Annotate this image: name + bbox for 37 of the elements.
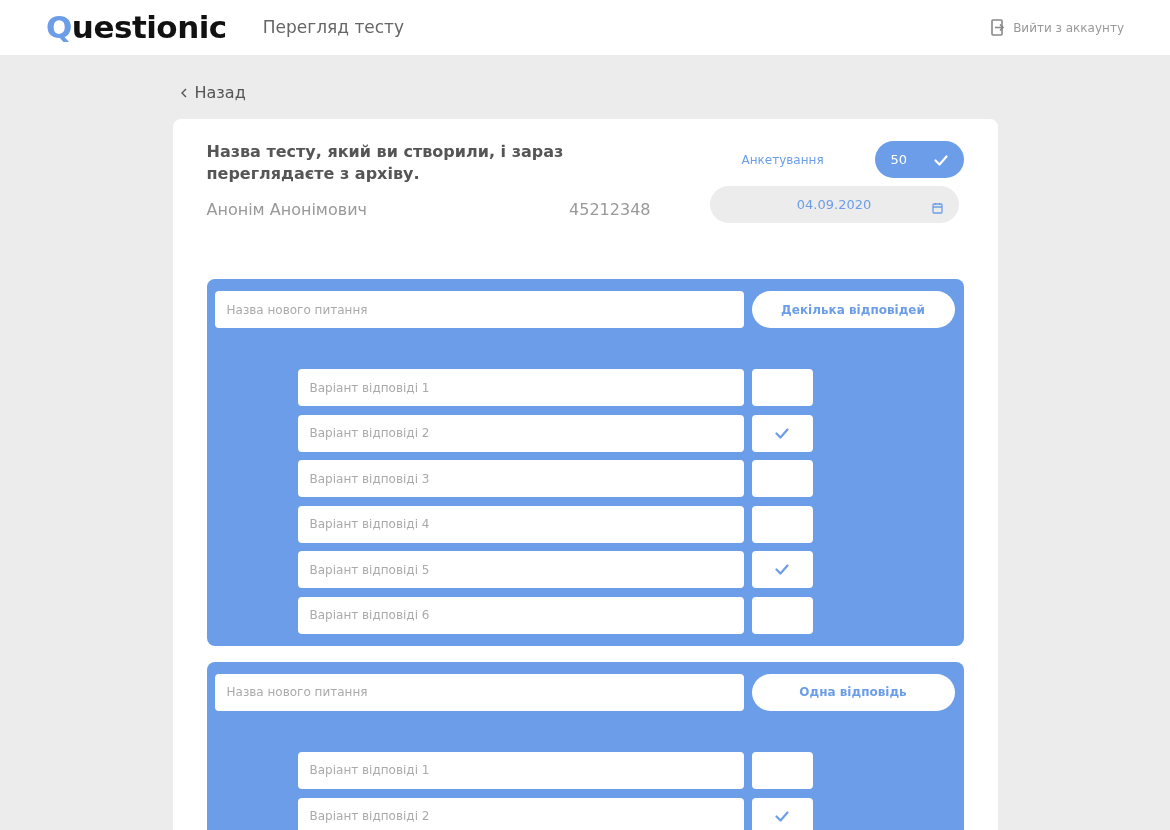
question-field[interactable]: Назва нового питання: [214, 291, 744, 328]
logo: Questionic: [46, 8, 227, 48]
logout-icon: [991, 19, 1006, 36]
test-type-link[interactable]: Анкетування: [735, 149, 830, 170]
checkbox[interactable]: [751, 460, 813, 498]
checkbox[interactable]: [751, 751, 813, 789]
test-number: 45212348: [569, 198, 651, 221]
answer-option-field[interactable]: Варіант відповіді 4: [297, 505, 744, 543]
answer-type-button[interactable]: Одна відповідь: [751, 673, 955, 711]
answer-option-field[interactable]: Варіант відповіді 2: [297, 414, 744, 452]
checkbox[interactable]: [751, 596, 813, 634]
checkbox[interactable]: [751, 369, 813, 406]
answer-option-field[interactable]: Варіант відповіді 1: [297, 751, 744, 789]
logout-link[interactable]: Вийти з аккаунту: [985, 17, 1130, 38]
date-field[interactable]: 04.09.2020: [709, 186, 959, 223]
question-field[interactable]: Назва нового питання: [214, 673, 744, 711]
check-icon: [775, 564, 789, 576]
answer-option-field[interactable]: Варіант відповіді 6: [297, 596, 744, 634]
check-icon: [775, 810, 789, 822]
checkbox[interactable]: [751, 797, 813, 830]
check-icon: [933, 154, 948, 166]
check-icon: [775, 427, 789, 439]
answer-type-button[interactable]: Декілька відповідей: [751, 291, 955, 328]
checkbox[interactable]: [751, 551, 813, 589]
answer-option-field[interactable]: Варіант відповіді 5: [297, 551, 744, 589]
page-title: Перегляд тесту: [262, 15, 405, 39]
answer-option-field[interactable]: Варіант відповіді 1: [297, 369, 744, 406]
points-button[interactable]: 50: [874, 141, 964, 178]
checkbox[interactable]: [751, 505, 813, 543]
test-title: Назва тесту, який ви створили, і зараз переглядаєте з архіву.: [206, 141, 565, 186]
answer-option-field[interactable]: Варіант відповіді 3: [297, 460, 744, 498]
answer-option-field[interactable]: Варіант відповіді 2: [297, 797, 744, 830]
back-link[interactable]: Назад: [172, 81, 254, 105]
back-icon: [180, 88, 187, 98]
calendar-icon[interactable]: [931, 201, 943, 214]
checkbox[interactable]: [751, 414, 813, 452]
author-name: Анонім Анонімович: [206, 198, 367, 221]
